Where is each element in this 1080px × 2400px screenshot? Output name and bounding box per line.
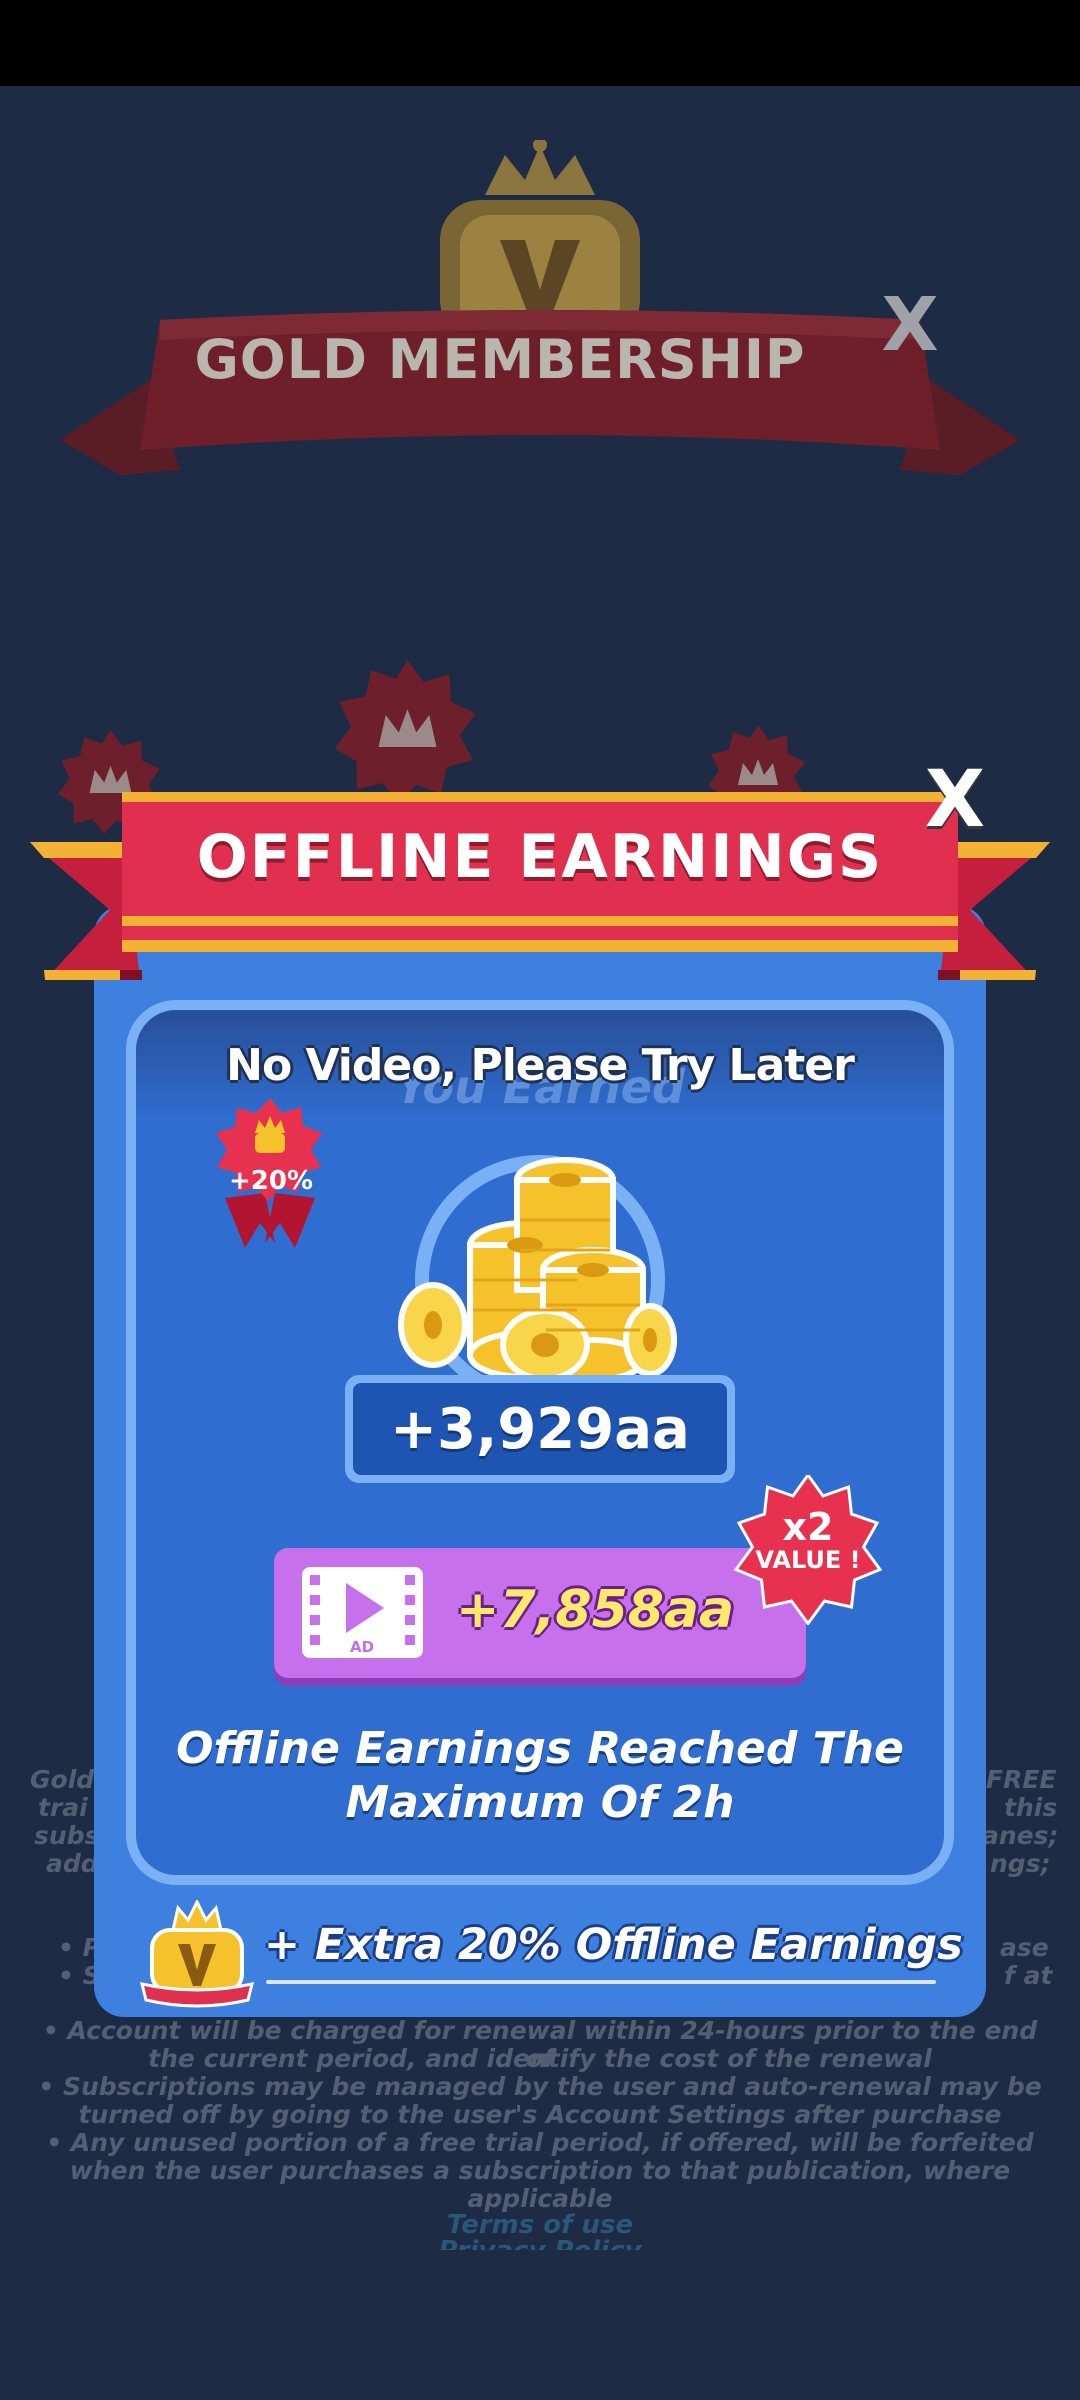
bg-text-fragment: add	[46, 1849, 99, 1878]
value-label: VALUE !	[755, 1546, 861, 1574]
bg-text-fragment: ngs;	[990, 1849, 1051, 1878]
extra-bonus-underline	[266, 1980, 936, 1984]
max-offline-line: Offline Earnings Reached The	[176, 1723, 904, 1774]
privacy-policy-link[interactable]: Privacy Policy	[0, 2238, 1080, 2250]
status-bar	[0, 0, 1080, 86]
x2-value-label: x2 VALUE !	[750, 1507, 866, 1573]
x2-multiplier: x2	[782, 1505, 834, 1549]
max-offline-line: Maximum Of 2h	[345, 1777, 735, 1828]
video-ad-icon: AD	[302, 1567, 423, 1658]
bg-text-fragment: FREE	[986, 1765, 1057, 1794]
terms-line: turned off by going to the user's Accoun…	[78, 2100, 1002, 2129]
terms-line: when the user purchases a subscription t…	[69, 2156, 1011, 2185]
ad-icon-label: AD	[350, 1638, 374, 1656]
vip-shield-crown-icon	[139, 1900, 255, 2008]
bg-text-fragment: ase	[1000, 1933, 1049, 1962]
doubled-amount: +7,858aa	[455, 1580, 735, 1640]
gold-membership-close-button[interactable]: X	[880, 288, 940, 362]
bg-text-fragment: this	[1004, 1793, 1058, 1822]
gold-membership-title: GOLD MEMBERSHIP	[194, 328, 806, 391]
extra-offline-bonus-label: + Extra 20% Offline Earnings	[264, 1920, 963, 1970]
offline-earnings-title: OFFLINE EARNINGS	[196, 822, 884, 892]
max-offline-message: Offline Earnings Reached The Maximum Of …	[160, 1722, 920, 1830]
bg-text-fragment: subs	[34, 1821, 100, 1850]
terms-line: • Subscriptions may be managed by the us…	[38, 2072, 1042, 2101]
terms-line: applicable	[467, 2184, 613, 2213]
close-button[interactable]: X	[920, 760, 990, 840]
no-video-toast: No Video, Please Try Later	[226, 1040, 855, 1091]
earned-amount: +3,929aa	[390, 1396, 690, 1462]
bg-text-fragment: anes;	[982, 1821, 1059, 1850]
gold-coin-stack-icon	[398, 1155, 677, 1380]
bg-text-fragment: Gold	[30, 1765, 95, 1794]
bonus-percent-label: +20%	[228, 1166, 314, 1196]
earned-amount-box: +3,929aa	[345, 1375, 735, 1483]
bg-text-fragment: trai	[38, 1793, 88, 1822]
terms-line: the current period, and identify the cos…	[148, 2044, 932, 2073]
bg-text-fragment: f at	[1004, 1961, 1053, 1990]
terms-of-use-link[interactable]: Terms of use	[0, 2210, 1080, 2240]
terms-line: • Any unused portion of a free trial per…	[46, 2128, 1034, 2157]
